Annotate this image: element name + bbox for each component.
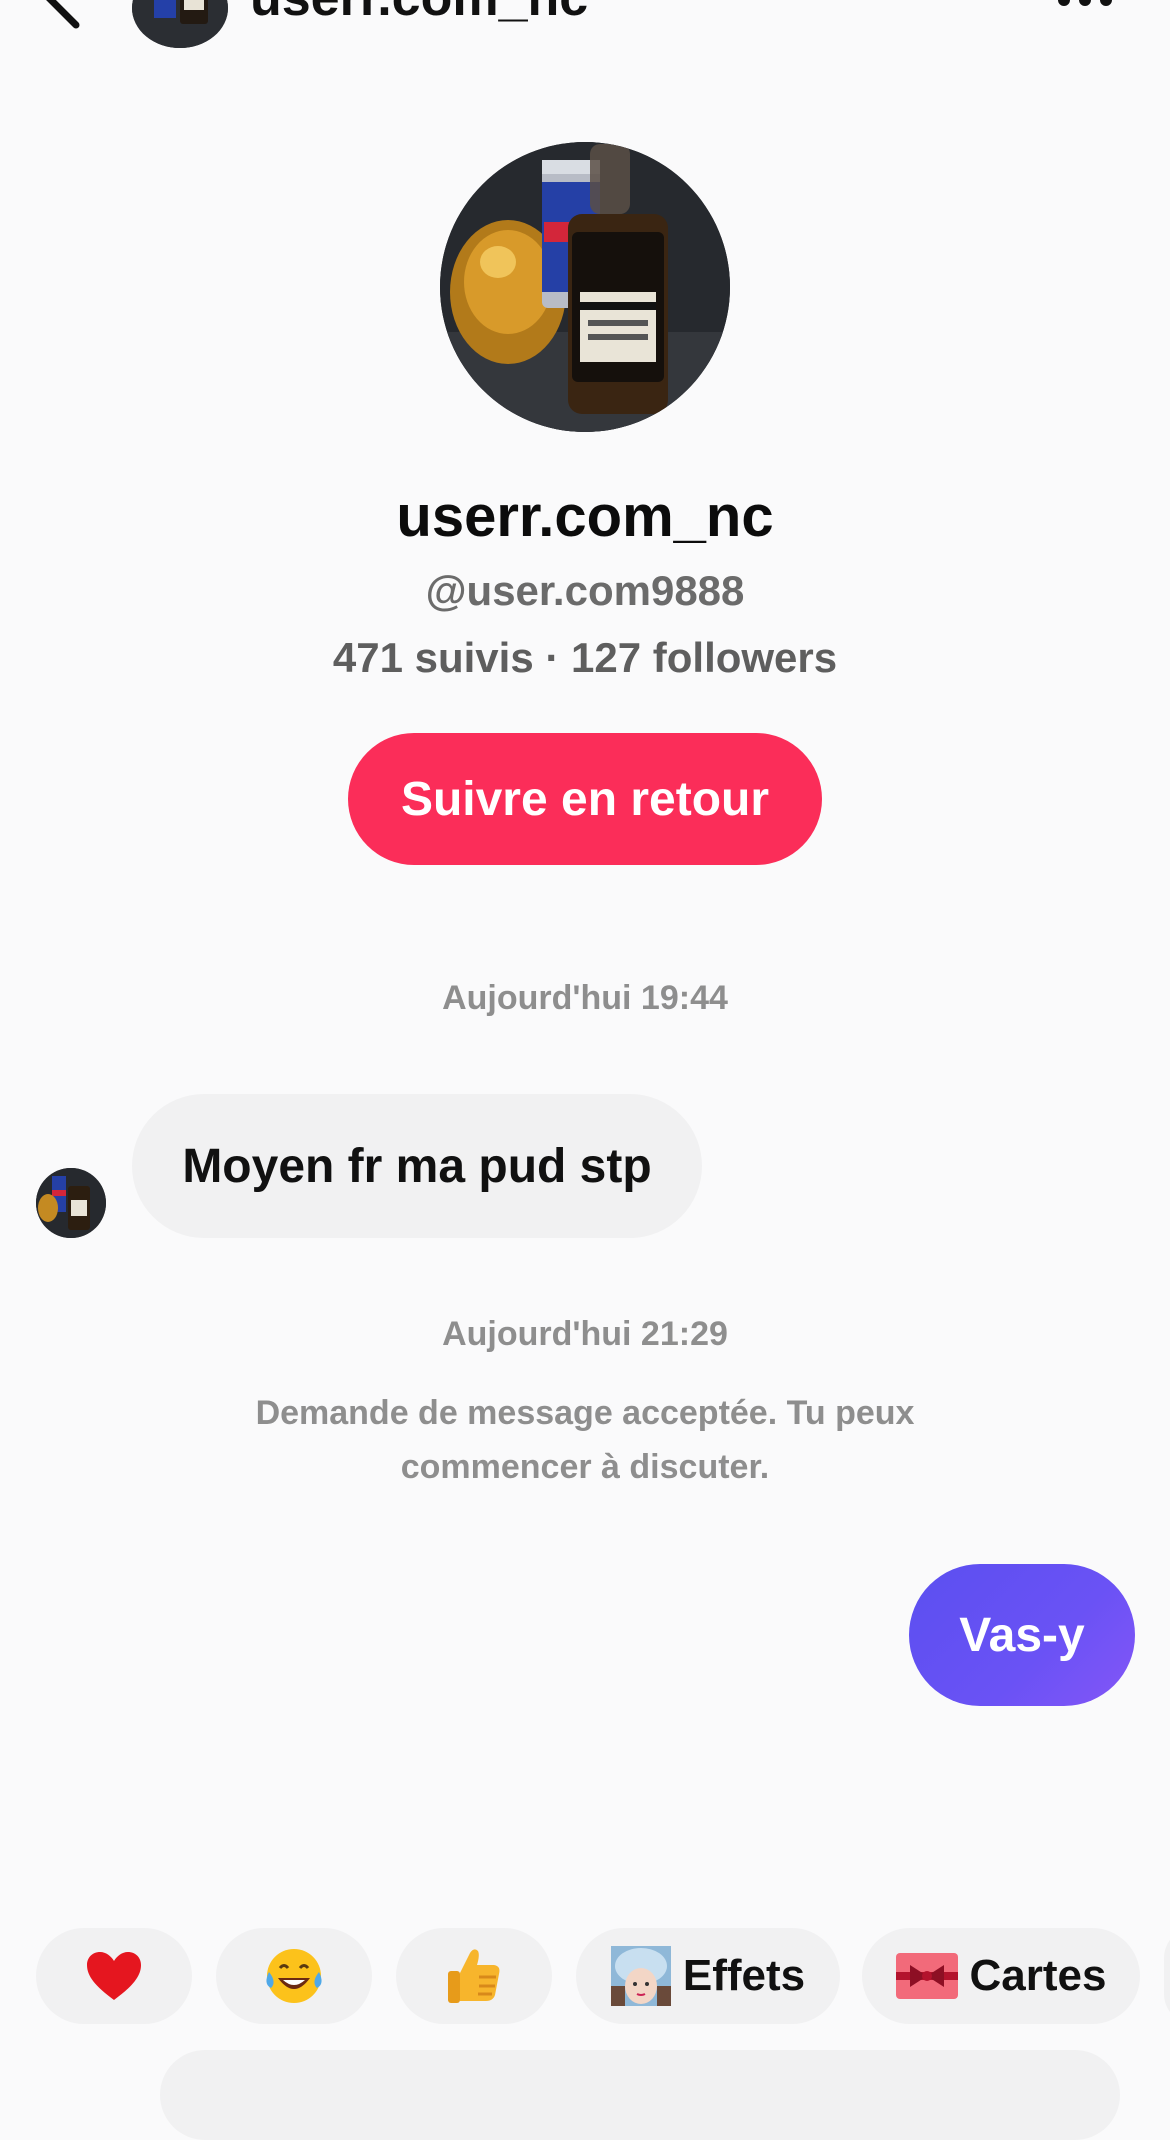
message-timestamp: Aujourd'hui 21:29 xyxy=(442,1315,728,1353)
message-timestamp: Aujourd'hui 19:44 xyxy=(442,979,728,1017)
profile-name: userr.com_nc xyxy=(396,484,774,549)
back-arrow-icon[interactable] xyxy=(36,0,96,30)
quick-reply-effects[interactable]: Effets xyxy=(576,1928,840,2024)
tears-of-joy-icon xyxy=(263,1946,325,2006)
outgoing-message-bubble[interactable]: Vas-y xyxy=(909,1564,1135,1706)
quick-reaction-laugh[interactable] xyxy=(216,1928,372,2024)
profile-picture[interactable] xyxy=(440,142,730,432)
effects-thumbnail-icon xyxy=(610,1946,671,2006)
quick-reply-more[interactable] xyxy=(1164,1928,1170,2024)
quick-reaction-thumbs-up[interactable] xyxy=(396,1928,552,2024)
card-ribbon-icon xyxy=(895,1953,958,1999)
more-options-icon[interactable] xyxy=(1050,0,1120,10)
incoming-message-bubble[interactable]: Moyen fr ma pud stp xyxy=(132,1094,702,1238)
profile-stats[interactable]: 471 suivis · 127 followers xyxy=(0,633,1170,683)
cards-label: Cartes xyxy=(969,1951,1107,2000)
quick-reaction-heart[interactable] xyxy=(36,1928,192,2024)
thumbs-up-icon xyxy=(446,1947,502,2005)
quick-reply-cards[interactable]: Cartes xyxy=(862,1928,1140,2024)
follow-back-button[interactable]: Suivre en retour xyxy=(348,733,822,865)
profile-handle: @user.com9888 xyxy=(425,567,745,614)
heart-icon xyxy=(85,1950,143,2002)
message-input[interactable] xyxy=(160,2050,1120,2140)
effects-label: Effets xyxy=(682,1951,806,2000)
system-note: Demande de message acceptée. Tu peux com… xyxy=(255,1394,915,1486)
sender-avatar[interactable] xyxy=(36,1168,106,1238)
header-title: userr.com_nc xyxy=(250,0,588,28)
header-avatar[interactable] xyxy=(132,0,228,48)
